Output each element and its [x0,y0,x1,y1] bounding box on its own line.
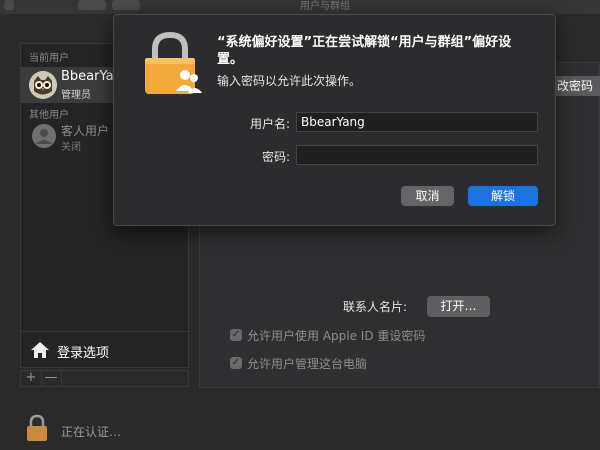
back-button[interactable] [78,0,106,10]
guest-avatar-icon [32,124,56,148]
login-options-label: 登录选项 [57,346,110,361]
owl-avatar-icon [29,71,57,99]
allow-admin-checkbox[interactable]: ✓ [230,357,242,369]
house-icon [31,342,49,358]
guest-user-status: 关闭 [61,142,81,153]
other-users-label: 其他用户 [29,110,69,121]
forward-button[interactable] [112,0,140,10]
lock-users-icon [145,31,202,94]
window-titlebar: 用户与群组 [0,0,600,14]
password-input[interactable] [296,145,538,165]
dialog-message: 输入密码以允许此次操作。 [217,74,362,88]
lock-icon[interactable] [25,414,49,442]
username-label: 用户名: [249,117,290,131]
window-control[interactable] [4,0,14,10]
contact-card-label: 联系人名片: [343,300,408,314]
change-password-button[interactable]: 改密码 [551,76,600,96]
current-user-role: 管理员 [61,90,91,101]
authenticating-status: 正在认证… [61,425,122,439]
dialog-title: “系统偏好设置”正在尝试解锁“用户与群组”偏好设置。 [217,35,512,67]
login-options-item[interactable]: 登录选项 [21,331,188,368]
current-users-label: 当前用户 [29,53,69,64]
unlock-dialog: “系统偏好设置”正在尝试解锁“用户与群组”偏好设置。 输入密码以允许此次操作。 … [113,14,556,226]
cancel-button[interactable]: 取消 [401,186,454,206]
guest-user-name[interactable]: 客人用户 [61,122,109,139]
apple-id-reset-label: 允许用户使用 Apple ID 重设密码 [247,329,426,343]
username-input[interactable] [296,112,538,132]
open-contact-button[interactable]: 打开… [427,296,490,317]
add-remove-bar: + — [20,370,189,387]
apple-id-reset-checkbox[interactable]: ✓ [230,329,242,341]
window-title: 用户与群组 [300,1,350,12]
unlock-button[interactable]: 解锁 [468,186,538,206]
remove-user-button[interactable]: — [41,371,62,386]
allow-admin-label: 允许用户管理这台电脑 [247,357,368,371]
password-label: 密码: [261,150,290,164]
add-user-button[interactable]: + [21,371,42,386]
